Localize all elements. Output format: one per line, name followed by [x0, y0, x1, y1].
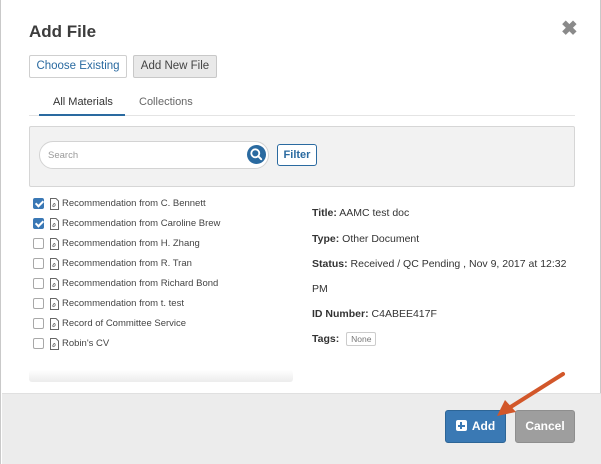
list-item[interactable]: Recommendation from H. Zhang: [31, 236, 291, 252]
list-item[interactable]: Recommendation from Caroline Brew: [31, 216, 291, 232]
search-box: [39, 141, 269, 169]
pdf-file-icon: [50, 218, 59, 230]
search-icon-glyph: [250, 148, 263, 161]
add-button-label: Add: [471, 419, 496, 433]
filter-button[interactable]: Filter: [277, 144, 317, 166]
file-label: Recommendation from H. Zhang: [62, 238, 200, 249]
modal-title: Add File: [29, 22, 97, 41]
file-label: Record of Committee Service: [62, 318, 187, 329]
pdf-file-icon: [50, 198, 59, 210]
pdf-file-icon: [50, 258, 59, 270]
tab-all-materials[interactable]: All Materials: [53, 96, 113, 108]
list-item[interactable]: Recommendation from Richard Bond: [31, 276, 291, 292]
file-label: Recommendation from Caroline Brew: [62, 218, 221, 229]
file-checkbox[interactable]: [33, 278, 44, 289]
detail-type-row: Type: Other Document: [312, 233, 419, 245]
close-icon[interactable]: ✖: [561, 19, 578, 39]
pdf-file-icon: [50, 338, 59, 350]
detail-title-row: Title: AAMC test doc: [312, 207, 409, 219]
detail-id-row: ID Number: C4ABEE417F: [312, 308, 437, 320]
file-checkbox[interactable]: [33, 218, 44, 229]
list-item[interactable]: Recommendation from t. test: [31, 296, 291, 312]
detail-title-value: AAMC test doc: [339, 207, 410, 219]
detail-type-label: Type:: [312, 233, 340, 245]
file-checkbox[interactable]: [33, 258, 44, 269]
add-new-file-tab[interactable]: Add New File: [133, 55, 217, 78]
list-item[interactable]: Recommendation from R. Tran: [31, 256, 291, 272]
detail-status-continued: PM: [312, 283, 328, 295]
detail-tags-row: Tags: None: [312, 332, 377, 346]
tags-none-badge: None: [346, 332, 377, 346]
list-item[interactable]: Record of Committee Service: [31, 316, 291, 332]
detail-status-row: Status: Received / QC Pending , Nov 9, 2…: [312, 258, 566, 270]
annotation-arrow-icon: [497, 372, 565, 416]
search-input[interactable]: [48, 147, 238, 163]
list-item[interactable]: Recommendation from C. Bennett: [31, 196, 291, 212]
pdf-file-icon: [50, 278, 59, 290]
plus-square-icon: [455, 420, 467, 431]
detail-status-label: Status:: [312, 258, 348, 270]
choose-existing-tab[interactable]: Choose Existing: [29, 55, 127, 78]
file-checkbox[interactable]: [33, 238, 44, 249]
add-file-modal: Add File ✖ Choose Existing Add New File …: [0, 0, 601, 464]
detail-tags-label: Tags:: [312, 333, 340, 345]
detail-status-value: Received / QC Pending , Nov 9, 2017 at 1…: [350, 258, 567, 270]
file-label: Recommendation from C. Bennett: [62, 198, 206, 209]
pdf-file-icon: [50, 298, 59, 310]
pdf-file-icon: [50, 238, 59, 250]
file-checkbox[interactable]: [33, 198, 44, 209]
search-icon[interactable]: [247, 145, 266, 164]
list-scroll-shadow: [29, 370, 293, 382]
detail-id-value: C4ABEE417F: [371, 308, 437, 320]
detail-type-value: Other Document: [342, 233, 420, 245]
file-checkbox[interactable]: [33, 318, 44, 329]
file-label: Robin's CV: [62, 338, 110, 349]
file-checkbox[interactable]: [33, 298, 44, 309]
list-item[interactable]: Robin's CV: [31, 336, 291, 352]
file-checkbox[interactable]: [33, 338, 44, 349]
file-label: Recommendation from R. Tran: [62, 258, 192, 269]
active-tab-underline: [39, 114, 125, 116]
pdf-file-icon: [50, 318, 59, 330]
tab-collections[interactable]: Collections: [139, 96, 193, 108]
detail-title-label: Title:: [312, 207, 337, 219]
file-label: Recommendation from Richard Bond: [62, 278, 219, 289]
file-label: Recommendation from t. test: [62, 298, 184, 309]
detail-id-label: ID Number:: [312, 308, 369, 320]
